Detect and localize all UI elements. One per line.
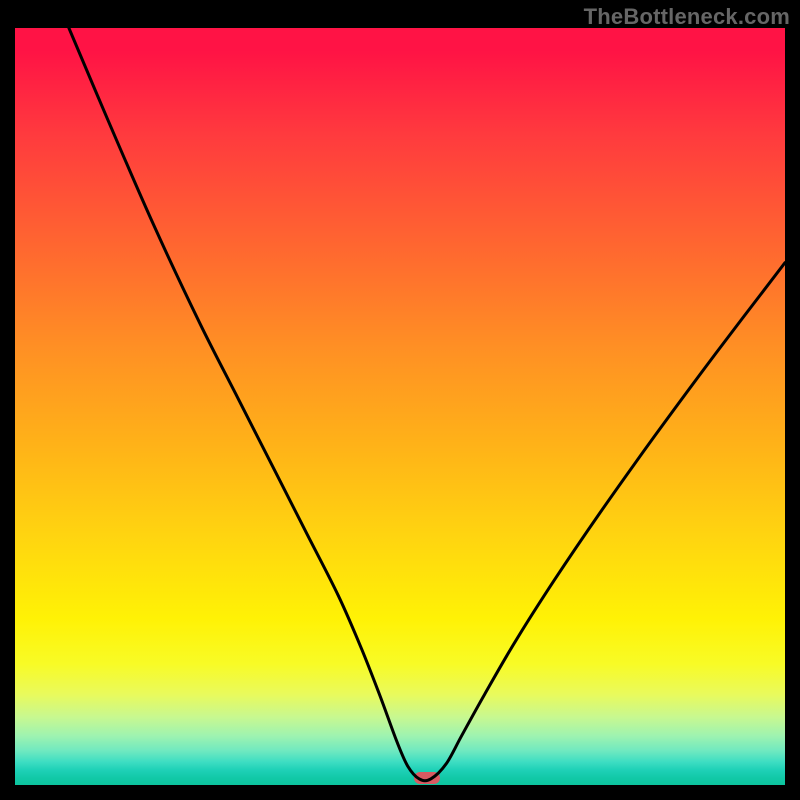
curve-svg: [15, 28, 785, 785]
chart-frame: TheBottleneck.com: [0, 0, 800, 800]
curve-path: [69, 28, 785, 781]
plot-area: [15, 28, 785, 785]
watermark-text: TheBottleneck.com: [584, 4, 790, 30]
